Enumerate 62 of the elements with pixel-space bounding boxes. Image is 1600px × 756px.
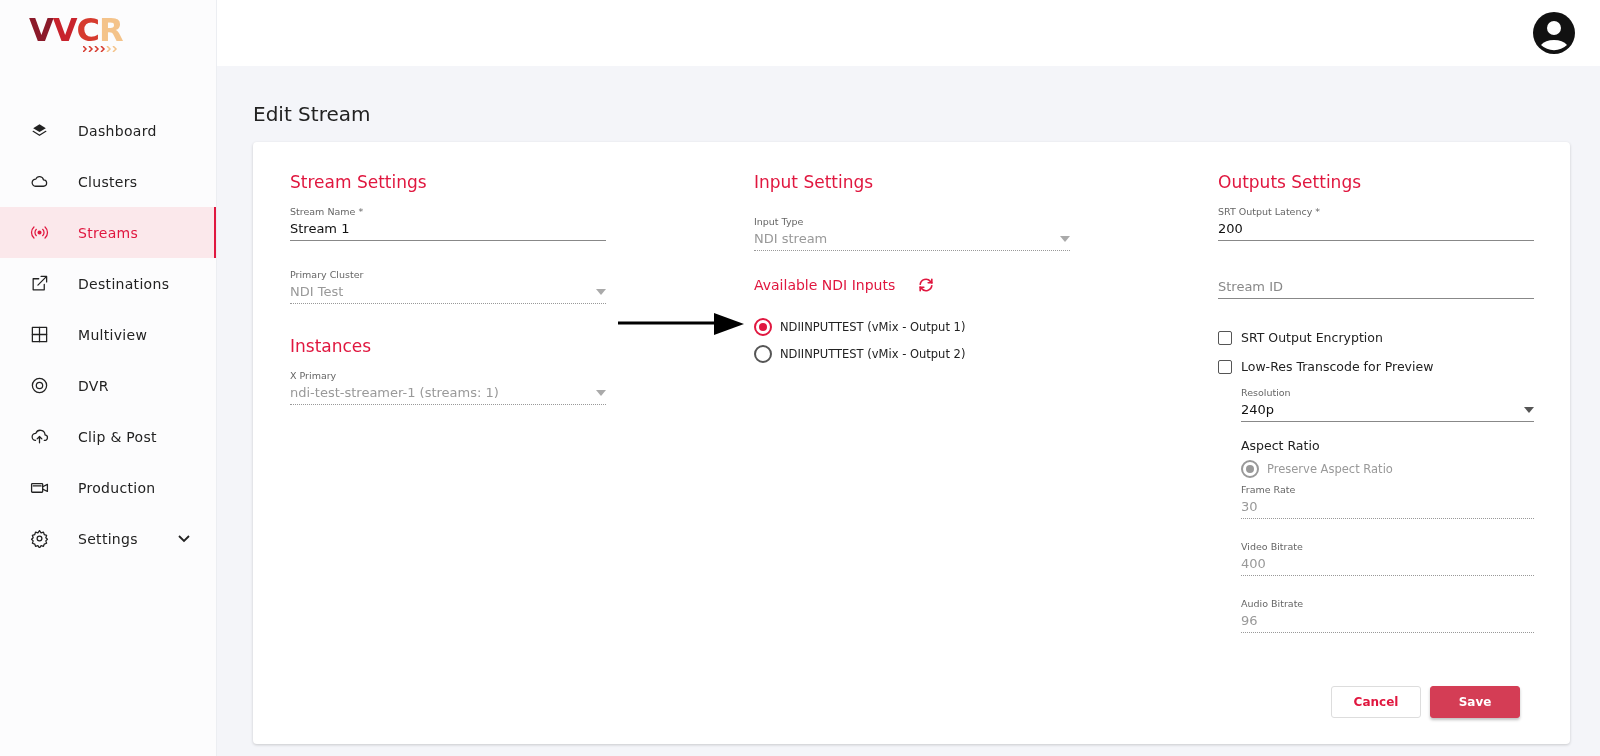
- radio-label: Preserve Aspect Ratio: [1267, 461, 1393, 476]
- settings-icon: [30, 529, 49, 548]
- field-value: 30: [1241, 499, 1258, 514]
- field-label: Audio Bitrate: [1241, 598, 1305, 609]
- field-value: 400: [1241, 556, 1266, 571]
- sidebar-item[interactable]: Settings: [0, 513, 216, 564]
- checkbox[interactable]: [1218, 330, 1232, 345]
- sidebar-item[interactable]: Clusters: [0, 156, 216, 207]
- field-value: 96: [1241, 613, 1258, 628]
- checkbox-label: Low-Res Transcode for Preview: [1241, 359, 1434, 374]
- section-title: Stream Settings: [290, 172, 428, 192]
- field-value: NDI Test: [290, 284, 344, 299]
- sidebar-item[interactable]: DVR: [0, 360, 216, 411]
- field-label: Aspect Ratio: [1241, 438, 1321, 453]
- sidebar-item[interactable]: Streams: [0, 207, 216, 258]
- sidebar-item[interactable]: Production: [0, 462, 216, 513]
- dropdown-caret-icon: [1060, 235, 1070, 242]
- field-label: SRT Output Latency *: [1218, 206, 1322, 217]
- field-label: Video Bitrate: [1241, 541, 1304, 552]
- checkbox[interactable]: [1218, 359, 1232, 374]
- sidebar-item[interactable]: Clip & Post: [0, 411, 216, 462]
- section-title: Instances: [290, 336, 373, 356]
- input-field[interactable]: SRT Output Latency * 200: [1218, 206, 1534, 241]
- sidebar-item[interactable]: Dashboard: [0, 105, 216, 156]
- page-title: Edit Stream: [253, 102, 372, 126]
- section-title: Input Settings: [754, 172, 875, 192]
- radio-button[interactable]: [754, 344, 772, 363]
- field-label: Stream Name *: [290, 206, 365, 217]
- refresh-icon[interactable]: [917, 277, 936, 293]
- cancel-button[interactable]: Cancel: [1331, 686, 1421, 718]
- field-value: 240p: [1241, 402, 1275, 417]
- logo: VVCR: [29, 14, 123, 52]
- input-field[interactable]: Stream Name * Stream 1: [290, 206, 606, 241]
- dropdown-caret-icon: [596, 389, 606, 396]
- sidebar-item[interactable]: Destinations: [0, 258, 216, 309]
- dropdown-caret-icon: [1524, 406, 1534, 413]
- field-label: Frame Rate: [1241, 484, 1297, 495]
- broadcast-icon: [30, 223, 49, 242]
- input-field[interactable]: Stream ID: [1218, 265, 1534, 299]
- field-value: NDI stream: [754, 231, 828, 246]
- field-label: Resolution: [1241, 387, 1292, 398]
- user-avatar-icon[interactable]: [1533, 12, 1575, 54]
- radio-label: NDIINPUTTEST (vMix - Output 2): [780, 346, 966, 361]
- radio-button[interactable]: [754, 317, 772, 336]
- target-icon: [30, 376, 49, 395]
- subsection-title: Available NDI Inputs: [754, 277, 896, 293]
- field-label: Input Type: [754, 216, 805, 227]
- grid-icon: [30, 325, 49, 344]
- field-label: Primary Cluster: [290, 269, 365, 280]
- section-title: Outputs Settings: [1218, 172, 1363, 192]
- checkbox-label: SRT Output Encryption: [1241, 330, 1383, 345]
- dropdown-caret-icon: [596, 288, 606, 295]
- sidebar-item[interactable]: Multiview: [0, 309, 216, 360]
- field-label: X Primary: [290, 370, 338, 381]
- cloud-upload-icon: [30, 427, 49, 446]
- external-link-icon: [30, 274, 49, 293]
- radio-label: NDIINPUTTEST (vMix - Output 1): [780, 319, 966, 334]
- select-field[interactable]: Resolution 240p: [1241, 387, 1534, 422]
- field-value: 200: [1218, 221, 1243, 236]
- save-button[interactable]: Save: [1430, 686, 1520, 718]
- field-value: Stream 1: [290, 221, 350, 236]
- field-placeholder: Stream ID: [1218, 278, 1283, 294]
